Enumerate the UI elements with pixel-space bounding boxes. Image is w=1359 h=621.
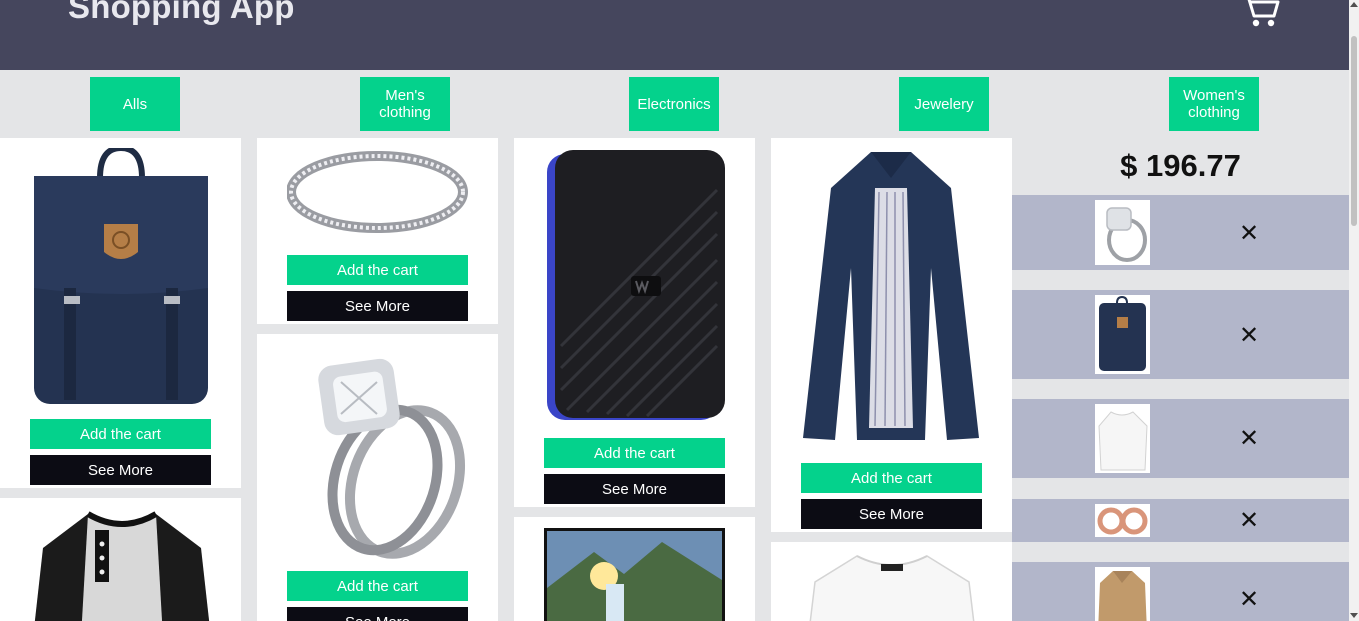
category-all-button[interactable]: Alls [90,77,180,131]
see-more-button[interactable]: See More [287,607,468,621]
cart-item-row: ✕ [1012,399,1349,478]
see-more-button[interactable]: See More [544,474,725,504]
product-card-raglan-shirt [0,498,241,621]
cart-item-image [1095,295,1150,374]
remove-item-icon[interactable]: ✕ [1237,424,1261,453]
see-more-button[interactable]: See More [287,291,468,321]
add-to-cart-button[interactable]: Add the cart [30,419,211,449]
engagement-ring-product-image[interactable] [285,342,470,560]
app-title: Shopping App [68,0,295,25]
product-card-ring: Add the cart See More [257,138,498,324]
app-header: Shopping App [0,0,1349,70]
cart-item-row: ✕ [1012,290,1349,379]
cart-item-row: ✕ [1012,499,1349,542]
cart-item-image [1095,567,1150,621]
cart-item-image [1095,200,1150,265]
hard-drive-product-image[interactable] [547,150,725,422]
cart-total: $ 196.77 [1120,148,1241,183]
category-womens-clothing-button[interactable]: Women's clothing [1169,77,1259,131]
remove-item-icon[interactable]: ✕ [1237,321,1261,350]
womens-tshirt-product-image[interactable] [807,552,977,621]
product-card-monitor [514,517,755,621]
add-to-cart-button[interactable]: Add the cart [801,463,982,493]
womens-jacket-product-image[interactable] [801,148,982,448]
backpack-product-image[interactable] [30,148,212,408]
remove-item-icon[interactable]: ✕ [1237,506,1261,535]
scroll-down-arrow-icon[interactable] [1350,613,1358,618]
scroll-up-arrow-icon[interactable] [1350,2,1358,7]
scrollbar-thumb[interactable] [1351,36,1357,226]
category-jewelery-button[interactable]: Jewelery [899,77,989,131]
monitor-product-image[interactable] [544,528,725,621]
product-card-backpack: Add the cart See More [0,138,241,488]
cart-panel: $ 196.77 ✕ ✕ ✕ ✕ ✕ [1012,138,1349,621]
add-to-cart-button[interactable]: Add the cart [544,438,725,468]
remove-item-icon[interactable]: ✕ [1237,585,1261,614]
product-card-womens-jacket: Add the cart See More [771,138,1012,532]
see-more-button[interactable]: See More [30,455,211,485]
add-to-cart-button[interactable]: Add the cart [287,255,468,285]
cart-item-row: ✕ [1012,562,1349,621]
cart-item-image [1095,504,1150,537]
remove-item-icon[interactable]: ✕ [1237,219,1261,248]
see-more-button[interactable]: See More [801,499,982,529]
page-scrollbar[interactable] [1349,0,1359,621]
category-mens-clothing-button[interactable]: Men's clothing [360,77,450,131]
product-card-womens-tshirt [771,542,1012,621]
category-electronics-button[interactable]: Electronics [629,77,719,131]
cart-item-image [1095,404,1150,473]
raglan-shirt-product-image[interactable] [33,508,211,621]
shopping-cart-icon[interactable] [1238,0,1282,30]
ring-product-image[interactable] [287,148,468,238]
add-to-cart-button[interactable]: Add the cart [287,571,468,601]
cart-item-row: ✕ [1012,195,1349,270]
product-card-hard-drive: Add the cart See More [514,138,755,507]
product-card-engagement-ring: Add the cart See More [257,334,498,621]
